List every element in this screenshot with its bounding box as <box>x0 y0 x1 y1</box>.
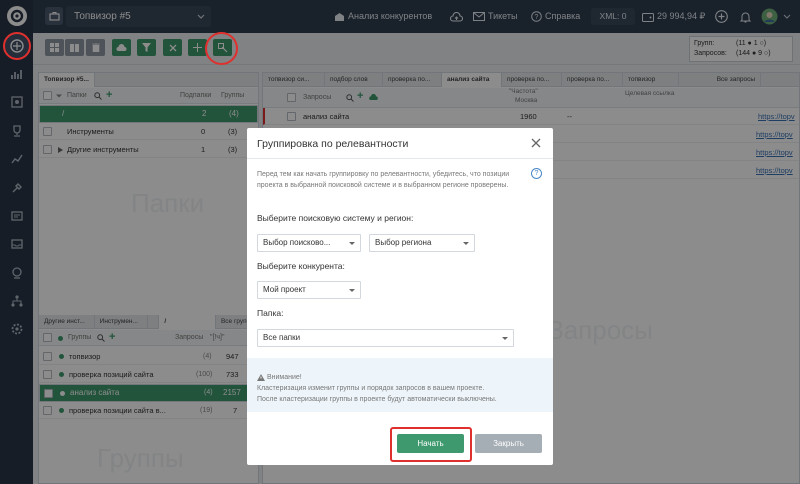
search-engine-value: Выбор поисково... <box>263 238 331 247</box>
warning-icon <box>257 373 265 381</box>
warning-line: Кластеризация изменит группы и порядок з… <box>257 385 485 392</box>
close-button[interactable]: Закрыть <box>475 434 542 453</box>
search-engine-select[interactable]: Выбор поисково... <box>257 234 361 252</box>
dropdown-caret-icon <box>502 337 508 340</box>
dropdown-caret-icon <box>463 242 469 245</box>
competitor-select[interactable]: Мой проект <box>257 281 361 299</box>
warning-title: Внимание! <box>266 374 302 381</box>
region-select[interactable]: Выбор региона <box>369 234 475 252</box>
modal-divider <box>247 158 553 159</box>
competitor-label: Выберите конкурента: <box>257 261 345 271</box>
dropdown-caret-icon <box>349 289 355 292</box>
search-engine-label: Выберите поисковую систему и регион: <box>257 213 414 223</box>
dropdown-caret-icon <box>349 242 355 245</box>
modal-intro-text: Перед тем как начать группировку по реле… <box>257 171 510 189</box>
folder-label: Папка: <box>257 308 284 318</box>
competitor-value: Мой проект <box>263 285 306 294</box>
region-value: Выбор региона <box>375 238 432 247</box>
start-button[interactable]: Начать <box>397 434 464 453</box>
help-circle-icon[interactable]: ? <box>531 168 542 179</box>
warning-box: Внимание! Кластеризация изменит группы и… <box>247 358 553 412</box>
folder-value: Все папки <box>263 333 301 342</box>
folder-select[interactable]: Все папки <box>257 329 514 347</box>
relevance-grouping-modal: Группировка по релевантности Перед тем к… <box>247 128 553 465</box>
close-icon[interactable] <box>529 136 543 150</box>
modal-title: Группировка по релевантности <box>257 138 409 150</box>
warning-line: После кластеризации группы в проекте буд… <box>257 396 497 403</box>
